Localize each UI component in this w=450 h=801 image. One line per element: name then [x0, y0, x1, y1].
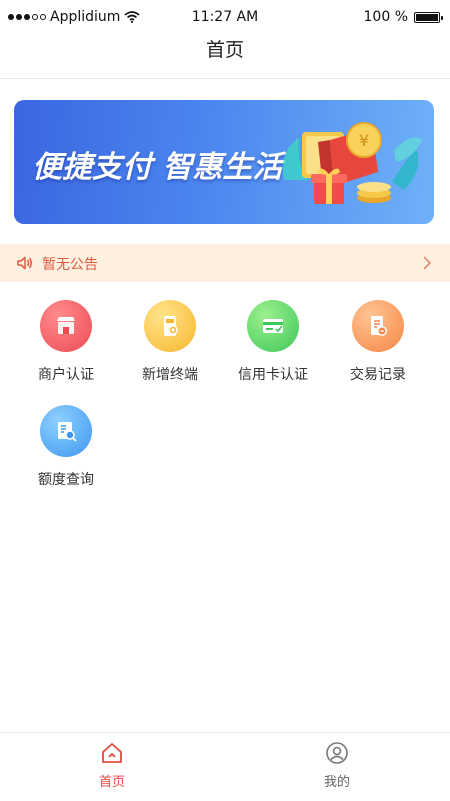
feature-label: 新增终端 — [142, 367, 198, 383]
feature-label: 信用卡认证 — [238, 367, 308, 383]
status-right: 100 % — [363, 9, 443, 25]
chevron-right-icon — [423, 256, 432, 270]
svg-text:¥: ¥ — [359, 131, 369, 150]
battery-fill — [416, 13, 438, 21]
feature-label: 交易记录 — [350, 367, 406, 383]
feature-label: 额度查询 — [38, 472, 94, 488]
notice-text: 暂无公告 — [42, 257, 98, 273]
promo-banner[interactable]: 便捷支付 智惠生活 ¥ — [14, 100, 434, 224]
banner-slogan: 便捷支付 智惠生活 — [32, 150, 283, 185]
battery-percent: 100 % — [363, 9, 408, 25]
notice-bar[interactable]: 暂无公告 — [0, 244, 450, 282]
feature-merchant-auth[interactable]: 商户认证 — [14, 300, 118, 384]
terminal-icon — [144, 300, 196, 352]
profile-icon — [326, 742, 348, 764]
nav-header: 首页 — [0, 36, 450, 79]
gift-coins-illustration: ¥ — [283, 122, 422, 204]
feature-add-terminal[interactable]: 新增终端 — [118, 300, 222, 384]
tab-profile[interactable]: 我的 — [297, 741, 377, 790]
feature-quota-query[interactable]: 额度查询 — [14, 405, 118, 489]
page-title: 首页 — [205, 39, 244, 61]
transaction-record-icon — [352, 300, 404, 352]
feature-label: 商户认证 — [38, 367, 94, 383]
tab-label: 我的 — [323, 775, 350, 790]
tab-home[interactable]: 首页 — [72, 741, 152, 790]
quota-search-icon — [40, 405, 92, 457]
status-bar: Applidium 11:27 AM 100 % — [0, 0, 450, 36]
battery-icon — [414, 11, 443, 23]
speaker-icon — [17, 256, 32, 270]
feature-transaction-records[interactable]: 交易记录 — [326, 300, 430, 384]
store-icon — [40, 300, 92, 352]
credit-card-icon — [247, 300, 299, 352]
tab-bar: 首页 我的 — [0, 732, 450, 801]
tab-label: 首页 — [98, 775, 125, 790]
home-icon — [102, 743, 122, 763]
feature-credit-card-auth[interactable]: 信用卡认证 — [221, 300, 325, 384]
